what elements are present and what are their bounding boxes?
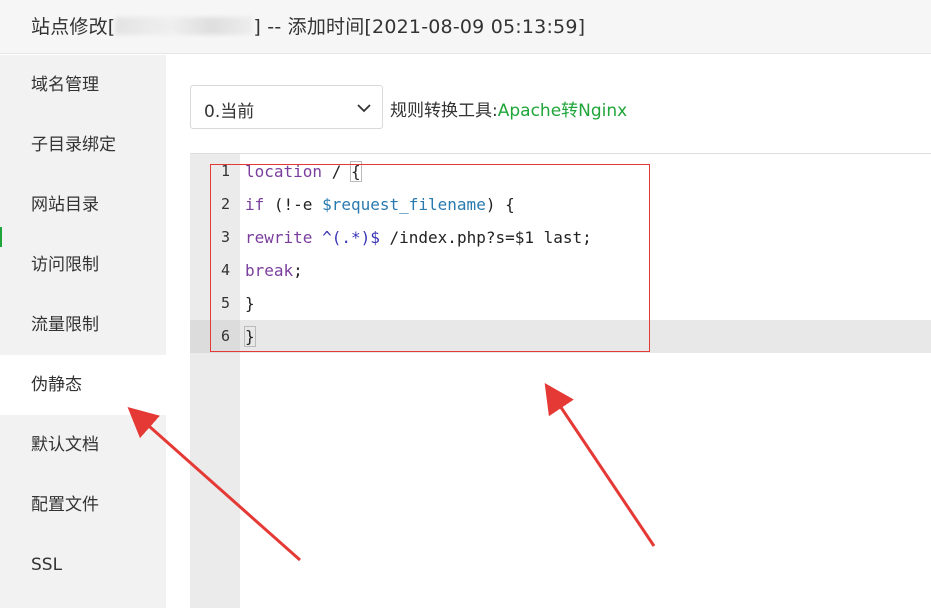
line-number: 2: [220, 195, 230, 213]
sidebar-item-label: 网站目录: [31, 195, 99, 215]
sidebar-item-ssl[interactable]: SSL: [0, 535, 166, 595]
rule-converter: 规则转换工具:Apache转Nginx: [390, 96, 627, 121]
apache-to-nginx-link[interactable]: Apache转Nginx: [498, 101, 627, 121]
sidebar-item-domain-management[interactable]: 域名管理: [0, 55, 166, 115]
code-line: 4 break;: [190, 254, 931, 287]
code-text: if (!-e $request_filename) {: [245, 195, 515, 214]
redacted-site-name: [115, 17, 254, 35]
sidebar-item-label: 访问限制: [31, 255, 99, 275]
dialog-title: 站点修改[ ] -- 添加时间[2021-08-09 05:13:59]: [31, 12, 585, 39]
code-text: break;: [245, 261, 303, 280]
chevron-down-icon: [357, 104, 371, 113]
sidebar-item-label: 配置文件: [31, 495, 99, 515]
sidebar-item-rewrite[interactable]: 伪静态: [0, 355, 166, 415]
sidebar-item-label: 伪静态: [31, 375, 82, 395]
title-suffix: ] -- 添加时间[2021-08-09 05:13:59]: [253, 16, 586, 38]
sidebar-item-label: 默认文档: [31, 435, 99, 455]
code-line: 6 }: [190, 320, 931, 353]
line-number: 5: [220, 294, 230, 312]
sidebar-item-subdirectory-binding[interactable]: 子目录绑定: [0, 115, 166, 175]
code-text: }: [245, 294, 255, 313]
line-number: 3: [220, 228, 230, 246]
rewrite-template-select[interactable]: 0.当前: [190, 85, 383, 129]
line-number: 4: [220, 261, 230, 279]
code-text: }: [244, 326, 256, 347]
code-line: 1 location / {: [190, 155, 931, 188]
select-value: 0.当前: [204, 102, 255, 122]
sidebar-item-label: SSL: [31, 555, 63, 575]
code-text: rewrite ^(.*)$ /index.php?s=$1 last;: [245, 228, 592, 247]
sidebar-item-site-directory[interactable]: 网站目录: [0, 175, 166, 235]
sidebar-item-config-file[interactable]: 配置文件: [0, 475, 166, 535]
sidebar-item-access-restriction[interactable]: 访问限制: [0, 235, 166, 295]
code-editor[interactable]: 1 location / { 2 if (!-e $request_filena…: [190, 153, 931, 608]
code-line: 5 }: [190, 287, 931, 320]
dialog-header: 站点修改[ ] -- 添加时间[2021-08-09 05:13:59]: [0, 0, 931, 54]
sidebar-item-label: 子目录绑定: [31, 135, 116, 155]
line-number: 1: [220, 162, 230, 180]
rule-converter-label: 规则转换工具:: [390, 101, 498, 121]
sidebar-item-traffic-limit[interactable]: 流量限制: [0, 295, 166, 355]
settings-sidebar: 域名管理 子目录绑定 网站目录 访问限制 流量限制 伪静态 默认文档 配置文件 …: [0, 55, 166, 608]
code-text: location / {: [245, 161, 362, 182]
sidebar-item-default-document[interactable]: 默认文档: [0, 415, 166, 475]
code-line: 2 if (!-e $request_filename) {: [190, 188, 931, 221]
code-line: 3 rewrite ^(.*)$ /index.php?s=$1 last;: [190, 221, 931, 254]
sidebar-item-label: 域名管理: [31, 75, 99, 95]
line-number: 6: [220, 327, 230, 345]
sidebar-item-label: 流量限制: [31, 315, 99, 335]
title-prefix: 站点修改[: [31, 16, 116, 38]
